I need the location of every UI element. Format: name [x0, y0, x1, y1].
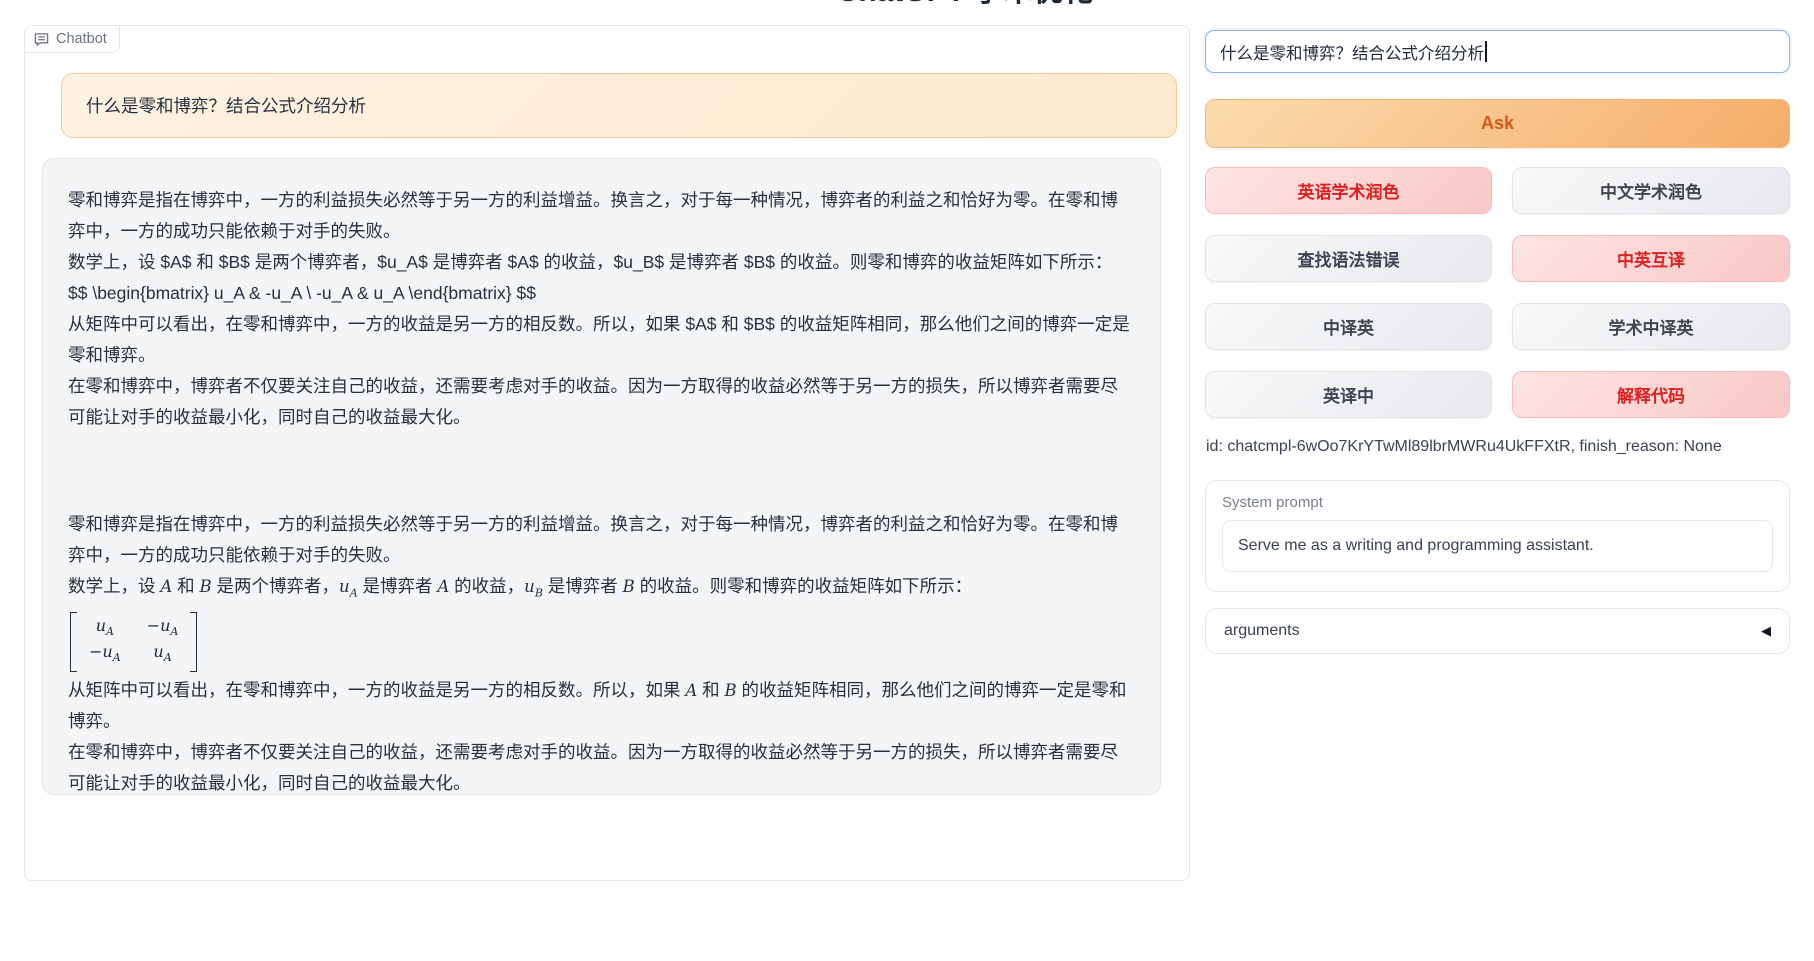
user-message-bubble: 什么是零和博弈？结合公式介绍分析 [61, 73, 1177, 138]
ask-button[interactable]: Ask [1205, 99, 1790, 148]
chat-bubble-icon [34, 32, 49, 47]
bot-raw-paragraph-1: 零和博弈是指在博弈中，一方的利益损失必然等于另一方的利益增益。换言之，对于每一种… [68, 185, 1132, 247]
bot-rendered-paragraph-4: 在零和博弈中，博弈者不仅要关注自己的收益，还需要考虑对手的收益。因为一方取得的收… [68, 737, 1132, 795]
bot-raw-paragraph-4: 在零和博弈中，博弈者不仅要关注自己的收益，还需要考虑对手的收益。因为一方取得的收… [68, 371, 1132, 433]
text-cursor [1485, 41, 1487, 62]
user-message-text: 什么是零和博弈？结合公式介绍分析 [86, 93, 366, 118]
bot-rendered-paragraph-2: 数学上，设 A 和 B 是两个博弈者，uA 是博弈者 A 的收益，uB 是博弈者… [68, 571, 1132, 609]
button-english-academic-polish[interactable]: 英语学术润色 [1205, 167, 1492, 214]
bot-message-gap [68, 433, 1132, 509]
function-button-grid: 英语学术润色 中文学术润色 查找语法错误 中英互译 中译英 学术中译英 英译中 … [1205, 167, 1790, 418]
button-zh-to-en[interactable]: 中译英 [1205, 303, 1492, 350]
button-en-to-zh[interactable]: 英译中 [1205, 371, 1492, 418]
bot-raw-latex-matrix: $$ \begin{bmatrix} u_A & -u_A \ -u_A & u… [68, 278, 1132, 309]
question-input-value: 什么是零和博弈？结合公式介绍分析 [1220, 40, 1484, 64]
system-prompt-input[interactable]: Serve me as a writing and programming as… [1222, 520, 1773, 572]
chatbot-label-text: Chatbot [56, 31, 107, 47]
button-academic-zh-to-en[interactable]: 学术中译英 [1512, 303, 1790, 350]
completion-status: id: chatcmpl-6wOo7KrYTwMl89lbrMWRu4UkFFX… [1206, 438, 1791, 456]
matrix-left-bracket [70, 612, 77, 672]
rendered-matrix: uA−uA−uAuA [68, 609, 1132, 675]
question-input[interactable]: 什么是零和博弈？结合公式介绍分析 [1205, 30, 1790, 73]
matrix-cells: uA−uA−uAuA [77, 612, 190, 672]
button-explain-code[interactable]: 解释代码 [1512, 371, 1790, 418]
collapse-left-triangle-icon: ◀ [1761, 623, 1771, 639]
system-prompt-value: Serve me as a writing and programming as… [1238, 537, 1594, 555]
bot-rendered-paragraph-1: 零和博弈是指在博弈中，一方的利益损失必然等于另一方的利益增益。换言之，对于每一种… [68, 509, 1132, 571]
bot-rendered-paragraph-3: 从矩阵中可以看出，在零和博弈中，一方的收益是另一方的相反数。所以，如果 A 和 … [68, 675, 1132, 737]
matrix-right-bracket [190, 612, 197, 672]
page-title: ChatGPT 学术优化 [0, 0, 1814, 10]
arguments-accordion-header[interactable]: arguments ◀ [1205, 608, 1790, 654]
arguments-accordion-label: arguments [1224, 622, 1300, 640]
chatbot-label: Chatbot [25, 26, 120, 53]
button-zh-en-mutual-translate[interactable]: 中英互译 [1512, 235, 1790, 282]
button-find-grammar-errors[interactable]: 查找语法错误 [1205, 235, 1492, 282]
bot-raw-paragraph-3: 从矩阵中可以看出，在零和博弈中，一方的收益是另一方的相反数。所以，如果 $A$ … [68, 309, 1132, 371]
button-chinese-academic-polish[interactable]: 中文学术润色 [1512, 167, 1790, 214]
bot-raw-paragraph-2: 数学上，设 $A$ 和 $B$ 是两个博弈者，$u_A$ 是博弈者 $A$ 的收… [68, 247, 1132, 278]
bot-message-bubble: 零和博弈是指在博弈中，一方的利益损失必然等于另一方的利益增益。换言之，对于每一种… [42, 158, 1161, 795]
app-root: ChatGPT 学术优化 Chatbot 什么是零和博弈？结合公式介绍分析 零和… [0, 0, 1814, 961]
system-prompt-card: System prompt Serve me as a writing and … [1205, 480, 1790, 592]
system-prompt-label: System prompt [1222, 494, 1773, 511]
chatbot-panel: Chatbot 什么是零和博弈？结合公式介绍分析 零和博弈是指在博弈中，一方的利… [24, 25, 1190, 881]
